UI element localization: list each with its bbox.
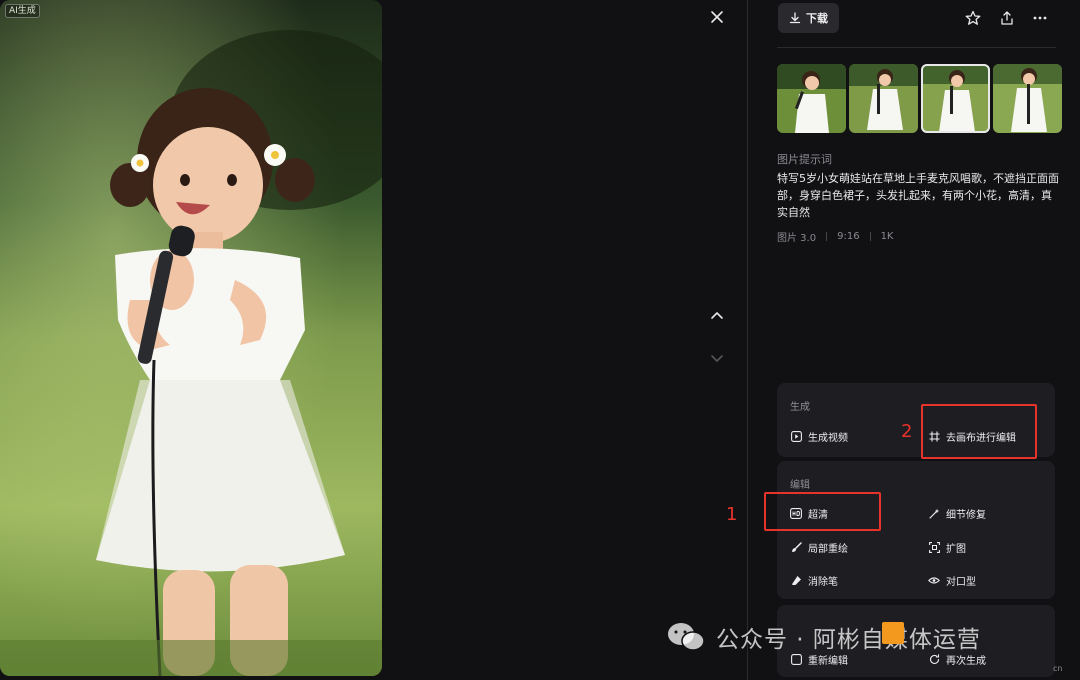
ai-generated-badge: AI生成 bbox=[5, 4, 40, 18]
close-icon bbox=[711, 11, 723, 23]
inpaint-label: 局部重绘 bbox=[808, 544, 848, 555]
meta-separator bbox=[826, 232, 828, 241]
toolbar-divider bbox=[777, 47, 1056, 48]
detail-repair-label: 细节修复 bbox=[946, 510, 986, 521]
watermark-logo bbox=[882, 622, 904, 644]
re-edit-button[interactable]: 重新编辑 bbox=[790, 652, 848, 667]
eraser-label: 消除笔 bbox=[808, 577, 838, 588]
meta-separator bbox=[869, 232, 871, 241]
resolution: 1K bbox=[880, 231, 894, 242]
chevron-up-icon bbox=[711, 312, 723, 319]
eraser-icon bbox=[791, 576, 801, 585]
regenerate-button[interactable]: 再次生成 bbox=[928, 652, 986, 667]
download-button[interactable]: 下载 bbox=[778, 3, 839, 33]
re-edit-label: 重新编辑 bbox=[808, 656, 848, 667]
annotation-box-1 bbox=[764, 492, 881, 531]
brush-icon bbox=[791, 542, 802, 552]
more-icon bbox=[1033, 16, 1047, 20]
thumbnail-2[interactable] bbox=[849, 64, 918, 133]
prompt-label: 图片提示词 bbox=[777, 153, 832, 166]
thumbnail-1[interactable] bbox=[777, 64, 846, 133]
play-icon bbox=[790, 431, 802, 442]
aspect-ratio: 9:16 bbox=[837, 231, 860, 242]
edit-icon bbox=[790, 654, 802, 665]
generate-video-label: 生成视频 bbox=[808, 433, 848, 444]
next-image-button[interactable] bbox=[706, 347, 728, 369]
magic-wand-icon bbox=[928, 508, 939, 519]
eraser-button[interactable]: 消除笔 bbox=[790, 573, 838, 588]
share-icon bbox=[1001, 11, 1013, 25]
watermark: 公众号 · 阿彬自媒体运营 bbox=[666, 620, 981, 654]
generate-section-title: 生成 bbox=[790, 402, 810, 413]
annotation-box-2 bbox=[921, 404, 1037, 459]
lips-icon bbox=[928, 577, 940, 584]
refresh-icon bbox=[929, 654, 939, 665]
panel-divider bbox=[747, 0, 748, 680]
watermark-text: 公众号 · 阿彬自媒体运营 bbox=[716, 627, 981, 653]
thumbnail-3-selected[interactable] bbox=[921, 64, 990, 133]
regenerate-label: 再次生成 bbox=[946, 656, 986, 667]
star-icon bbox=[965, 10, 981, 25]
more-options-button[interactable] bbox=[1030, 8, 1050, 28]
annotation-number-1: 1 bbox=[726, 504, 738, 525]
prompt-text: 特写5岁小女萌娃站在草地上手麦克风唱歌，不遮挡正面面部，身穿白色裙子，头发扎起来… bbox=[777, 172, 1059, 219]
thumbnail-4[interactable] bbox=[993, 64, 1062, 133]
thumbnail-strip bbox=[777, 64, 1062, 133]
image-meta: 图片 3.0 9:16 1K bbox=[777, 229, 893, 244]
edit-section-title: 编辑 bbox=[790, 480, 810, 491]
download-icon bbox=[789, 12, 801, 24]
share-button[interactable] bbox=[997, 8, 1017, 28]
outpaint-label: 扩图 bbox=[946, 544, 966, 555]
generated-image[interactable]: AI生成 bbox=[0, 0, 382, 676]
girl-singing-photo bbox=[0, 0, 382, 676]
expand-icon bbox=[928, 542, 940, 553]
close-button[interactable] bbox=[706, 6, 728, 28]
download-label: 下载 bbox=[806, 12, 828, 25]
inpaint-button[interactable]: 局部重绘 bbox=[790, 540, 848, 555]
watermark-suffix: cn bbox=[1053, 664, 1063, 673]
model-version: 图片 3.0 bbox=[777, 233, 817, 244]
lip-sync-label: 对口型 bbox=[946, 577, 976, 588]
annotation-number-2: 2 bbox=[901, 421, 913, 442]
lip-sync-button[interactable]: 对口型 bbox=[928, 573, 976, 588]
chevron-down-icon bbox=[711, 355, 723, 362]
favorite-button[interactable] bbox=[963, 8, 983, 28]
outpaint-button[interactable]: 扩图 bbox=[928, 540, 966, 555]
generate-video-button[interactable]: 生成视频 bbox=[790, 429, 848, 444]
previous-image-button[interactable] bbox=[706, 304, 728, 326]
detail-repair-button[interactable]: 细节修复 bbox=[928, 506, 986, 521]
wechat-icon bbox=[668, 623, 705, 651]
